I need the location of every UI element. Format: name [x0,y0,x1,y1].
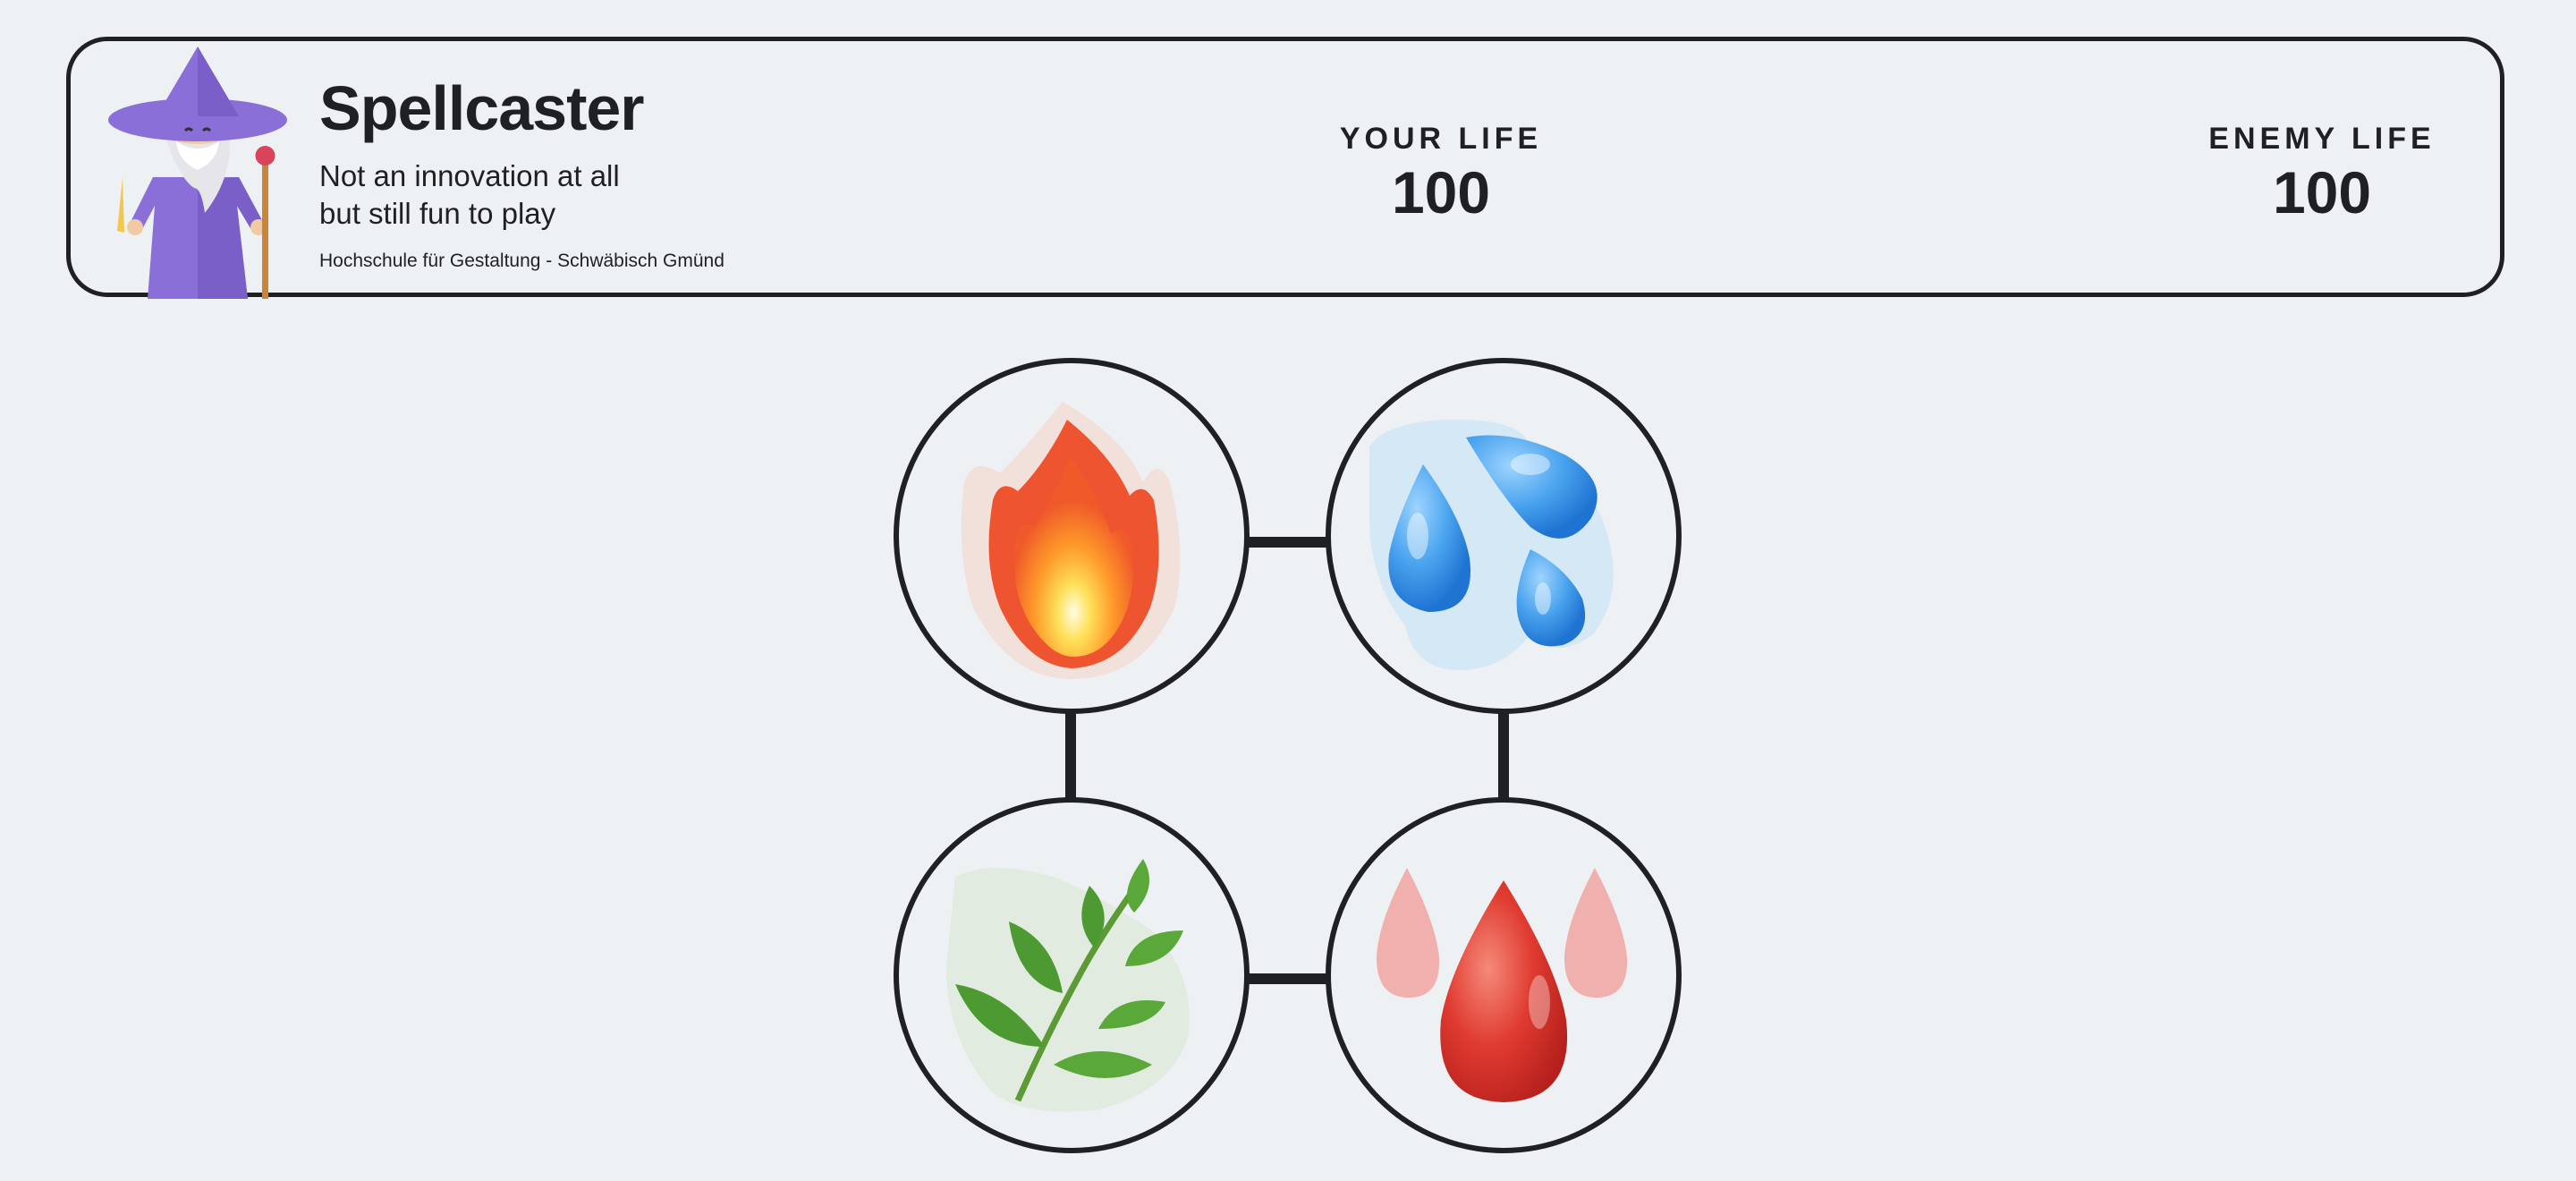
school-name: Hochschule für Gestaltung - Schwäbisch G… [319,251,724,271]
tagline: Not an innovation at all but still fun t… [319,157,724,233]
your-life-value: 100 [1391,159,1491,225]
app-title: Spellcaster [319,73,645,143]
tagline-line-2: but still fun to play [319,197,556,230]
fire-icon [961,402,1181,679]
water-drops-icon [1369,420,1614,670]
leaf-element-button[interactable] [894,797,1250,1153]
title-block: Spellcaster Not an innovation at all but… [319,68,724,272]
connector-right [1498,711,1509,799]
enemy-life-label: ENEMY LIFE [2208,122,2436,156]
connector-bottom [1247,973,1329,984]
enemy-life-panel: ENEMY LIFE 100 [2188,123,2456,222]
water-element-button[interactable] [1326,358,1682,714]
blood-drop-icon [1377,868,1628,1102]
fire-element-button[interactable] [894,358,1250,714]
your-life-panel: YOUR LIFE 100 [1307,123,1575,222]
blood-element-button[interactable] [1326,797,1682,1153]
tagline-line-1: Not an innovation at all [319,159,620,192]
wizard-icon [108,47,287,299]
header-card: Spellcaster Not an innovation at all but… [66,37,2504,299]
connector-top [1247,537,1329,548]
leaf-icon [946,859,1190,1112]
your-life-label: YOUR LIFE [1339,122,1543,156]
game-screen: Spellcaster Not an innovation at all but… [0,0,2576,1181]
enemy-life-value: 100 [2272,159,2372,225]
connector-left [1065,711,1076,799]
